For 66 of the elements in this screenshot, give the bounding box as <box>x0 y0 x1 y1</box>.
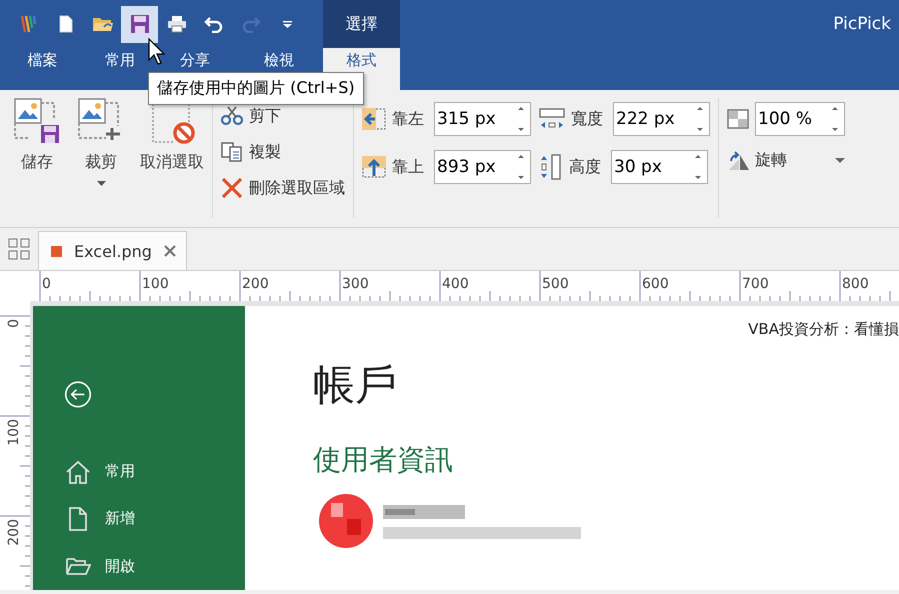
align-left-icon <box>362 108 386 130</box>
ruler-label: 200 <box>242 276 269 292</box>
ruler-label: 0 <box>42 276 51 292</box>
undo-icon[interactable] <box>204 15 224 33</box>
spinner-icon[interactable] <box>518 154 524 180</box>
number-field[interactable]: 315 px <box>434 102 531 136</box>
section-heading: 使用者資訊 <box>313 442 453 478</box>
spinner-icon[interactable] <box>518 106 524 132</box>
ribbon-tab[interactable]: 檔案 <box>0 48 85 90</box>
nav-item[interactable]: 常用 <box>65 448 135 496</box>
document-tab[interactable]: Excel.png <box>38 231 187 270</box>
page-heading: 帳戶 <box>313 359 397 411</box>
caret-icon <box>835 158 845 163</box>
ruler-label: 0 <box>6 319 22 328</box>
align-top-icon <box>362 156 386 178</box>
customize-dropdown-icon[interactable] <box>283 20 292 28</box>
tooltip: 儲存使用中的圖片 (Ctrl+S) <box>148 72 364 105</box>
context-tab-header: 選擇 <box>323 0 400 48</box>
field-label: 寬度 <box>571 108 604 130</box>
spinner-icon[interactable] <box>697 106 703 132</box>
ribbon-button[interactable]: 刪除選取區域 <box>221 176 345 200</box>
field-label: 靠上 <box>392 156 425 178</box>
ribbon-button[interactable]: 複製 <box>221 140 345 164</box>
document-title: VBA投資分析：看懂損 <box>747 319 899 339</box>
rotate-icon <box>727 150 751 170</box>
ruler-label: 300 <box>342 276 369 292</box>
save-image-icon <box>14 98 60 144</box>
ribbon-button[interactable]: 儲存 <box>12 98 62 173</box>
spinner-icon[interactable] <box>695 154 701 180</box>
spinner-icon[interactable] <box>832 106 838 132</box>
field-label: 高度 <box>569 156 602 178</box>
ribbon-button[interactable]: 剪下 <box>221 104 345 128</box>
field-label: 靠左 <box>392 108 425 130</box>
ruler-label: 200 <box>6 519 22 546</box>
ruler-label: 100 <box>142 276 169 292</box>
copy-icon <box>221 142 243 162</box>
ruler-label: 700 <box>742 276 769 292</box>
ruler-label: 100 <box>6 419 22 446</box>
app-title: PicPick <box>833 14 892 34</box>
home-icon <box>65 460 91 484</box>
width-icon <box>539 108 565 130</box>
ruler-label: 800 <box>842 276 869 292</box>
close-icon[interactable] <box>164 245 176 257</box>
grid-view-icon[interactable] <box>8 238 30 260</box>
folder-icon[interactable] <box>92 15 114 33</box>
opacity-icon <box>727 109 749 129</box>
new-file-icon[interactable] <box>58 15 72 33</box>
logo-icon <box>20 14 38 34</box>
ruler-label: 600 <box>642 276 669 292</box>
delete-icon <box>221 178 243 198</box>
height-icon <box>539 154 563 180</box>
number-field[interactable]: 30 px <box>611 150 708 184</box>
ruler-label: 400 <box>442 276 469 292</box>
scissors-icon <box>221 106 243 126</box>
nav-item[interactable]: 開啟 <box>65 542 135 590</box>
cursor-icon <box>148 38 166 66</box>
ruler-label: 500 <box>542 276 569 292</box>
printer-icon[interactable] <box>166 15 186 33</box>
rotate-button[interactable]: 旋轉 <box>727 150 845 171</box>
number-field[interactable]: 893 px <box>434 150 531 184</box>
image-file-icon <box>51 246 62 256</box>
save-icon[interactable] <box>130 14 150 34</box>
number-field[interactable]: 222 px <box>613 102 710 136</box>
ribbon-button[interactable]: 裁剪 <box>76 98 126 186</box>
nav-item[interactable]: 新增 <box>65 495 135 543</box>
number-field[interactable]: 100 % <box>755 102 845 136</box>
